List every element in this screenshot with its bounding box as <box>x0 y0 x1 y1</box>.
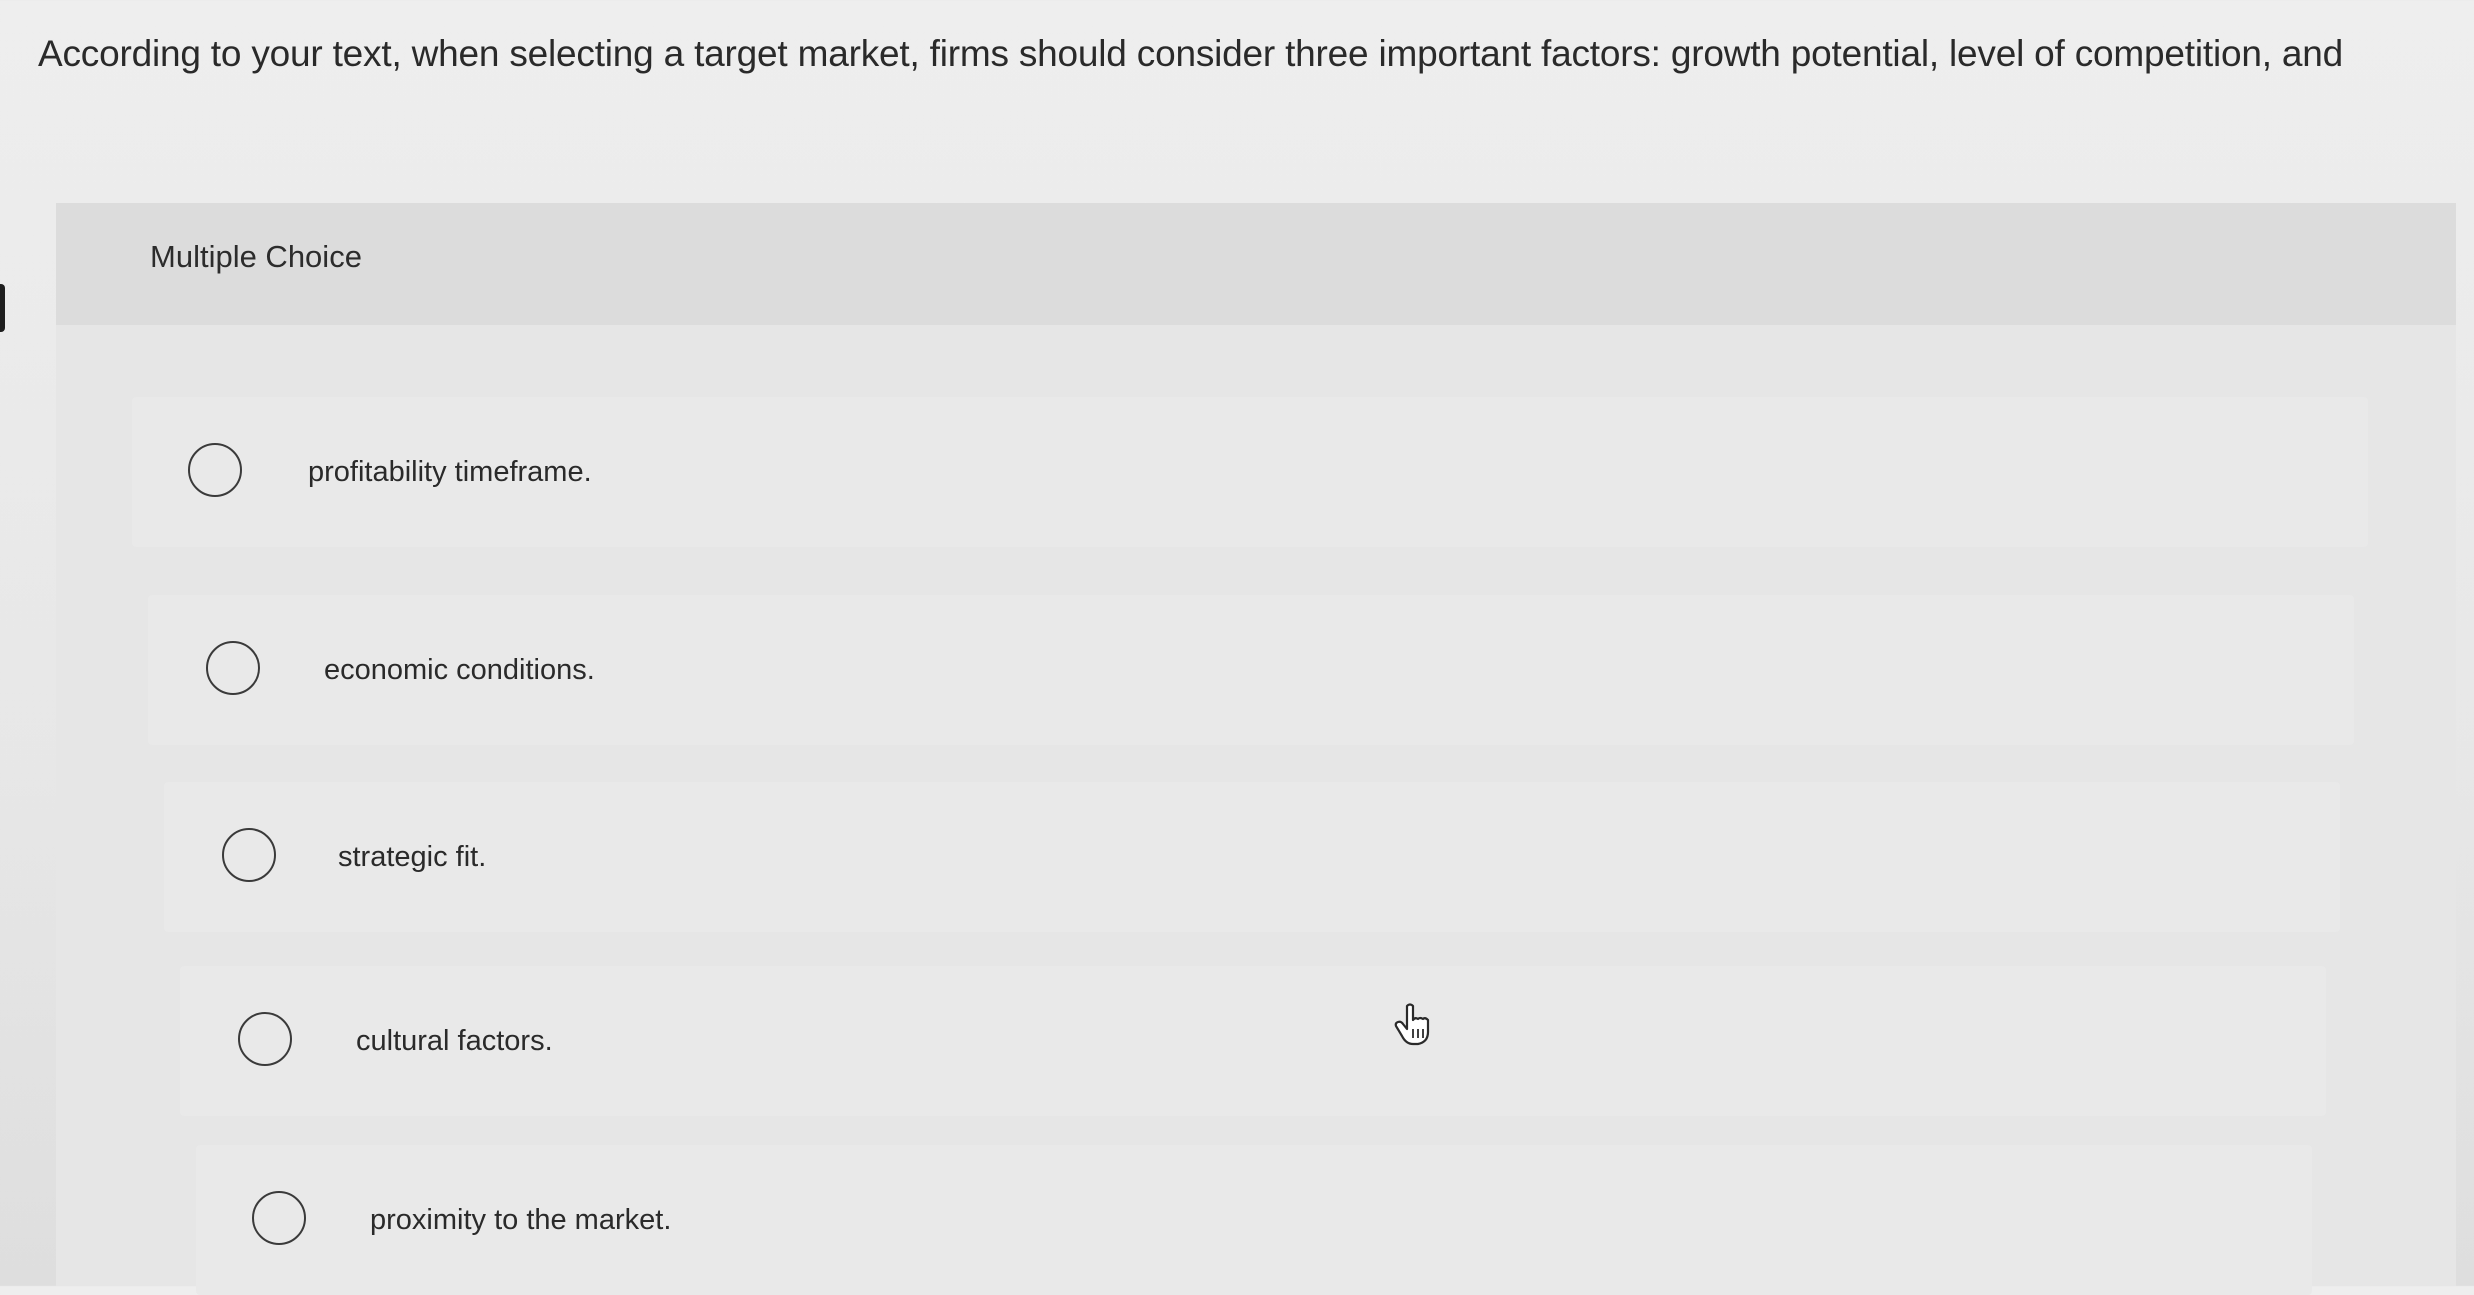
hand-pointer-icon <box>1394 1003 1430 1046</box>
question-type-label: Multiple Choice <box>150 239 362 274</box>
choice-option-c[interactable]: strategic fit. <box>164 782 2340 932</box>
choice-label: proximity to the market. <box>370 1204 672 1236</box>
choice-label: profitability timeframe. <box>308 456 592 488</box>
question-panel: Multiple Choice profitability timeframe.… <box>56 203 2456 1295</box>
choice-option-e[interactable]: proximity to the market. <box>196 1145 2312 1295</box>
choice-label: economic conditions. <box>324 654 595 686</box>
radio-empty-icon[interactable] <box>206 641 260 695</box>
window-edge-marker <box>0 284 5 332</box>
choice-option-a[interactable]: profitability timeframe. <box>132 397 2368 547</box>
choice-label: cultural factors. <box>356 1025 553 1057</box>
choice-label: strategic fit. <box>338 841 487 873</box>
radio-empty-icon[interactable] <box>222 828 276 882</box>
radio-empty-icon[interactable] <box>188 443 242 497</box>
choice-list: profitability timeframe. economic condit… <box>56 325 2456 1295</box>
choice-option-b[interactable]: economic conditions. <box>148 595 2354 745</box>
panel-header: Multiple Choice <box>56 203 2456 325</box>
choice-option-d[interactable]: cultural factors. <box>180 966 2326 1116</box>
radio-empty-icon[interactable] <box>238 1012 292 1066</box>
question-text: According to your text, when selecting a… <box>38 33 2344 74</box>
radio-empty-icon[interactable] <box>252 1191 306 1245</box>
